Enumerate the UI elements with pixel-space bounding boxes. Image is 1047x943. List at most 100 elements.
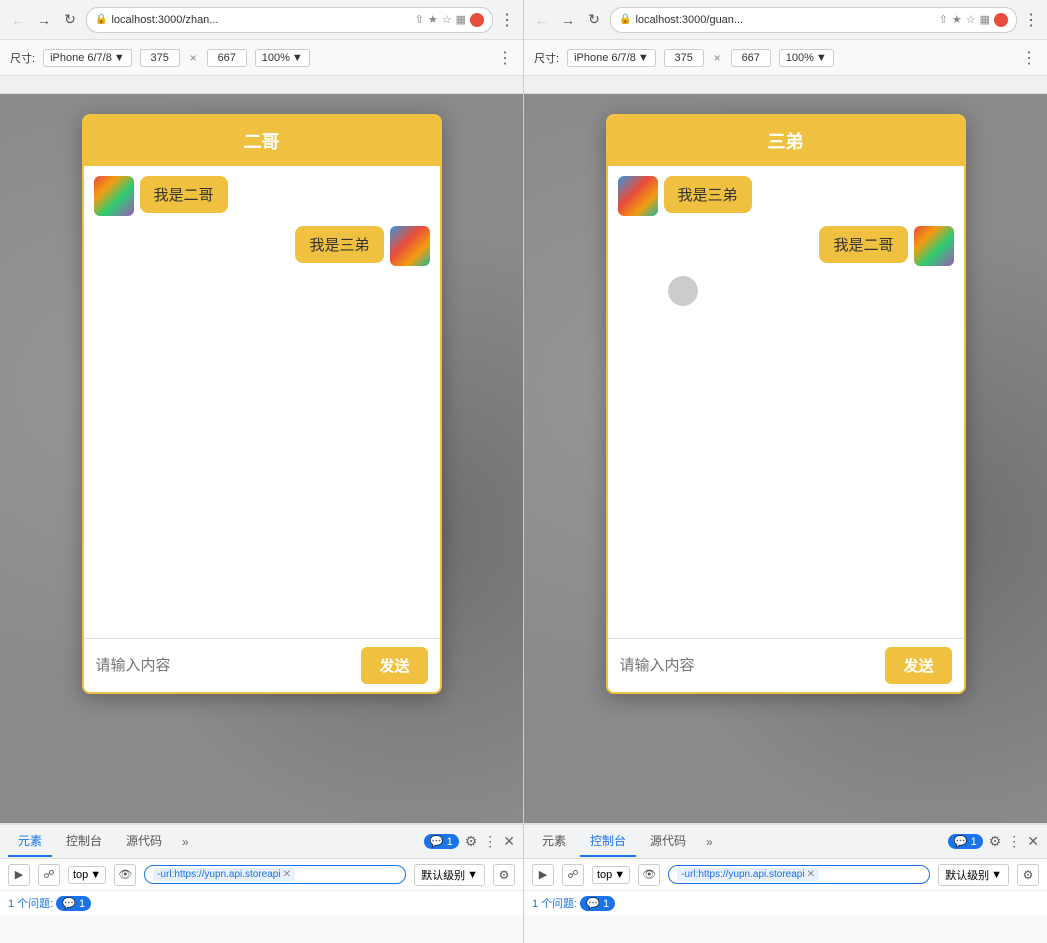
right-devtools: 元素 控制台 源代码 » 💬 1 ⚙ ⋮ ✕ ▶ ☍ top ▼ 👁 — [524, 823, 1047, 943]
left-zoom-select[interactable]: 100% ▼ — [255, 49, 310, 67]
left-devtools-tab-source[interactable]: 源代码 — [116, 826, 172, 857]
right-top-select[interactable]: top ▼ — [592, 866, 630, 884]
left-msg-row-1: 我是二哥 — [94, 176, 430, 216]
right-dimension-x: × — [714, 51, 721, 65]
right-device-chevron: ▼ — [638, 52, 649, 64]
right-send-button[interactable]: 发送 — [885, 647, 951, 684]
left-mobile-frame: 二哥 我是二哥 我是三弟 发送 — [82, 114, 442, 694]
right-tab-icon: ▦ — [980, 13, 990, 26]
left-chat-input[interactable] — [96, 657, 354, 674]
left-devtools-tab-elements[interactable]: 元素 — [8, 826, 52, 857]
left-more-icon[interactable]: ⋮ — [499, 10, 515, 30]
right-bubble-1: 我是三弟 — [664, 176, 752, 213]
left-chat-footer: 发送 — [84, 638, 440, 692]
left-ruler — [0, 76, 523, 94]
right-back-button[interactable]: ← — [532, 10, 552, 30]
right-devtools-dots-icon[interactable]: ⋮ — [1007, 833, 1021, 850]
left-device-select[interactable]: iPhone 6/7/8 ▼ — [43, 49, 132, 67]
left-msg-row-2: 我是三弟 — [94, 226, 430, 266]
left-device-bar: 尺寸: iPhone 6/7/8 ▼ 375 × 667 100% ▼ ⋮ — [0, 40, 523, 76]
left-address-bar[interactable]: 🔒 localhost:3000/zhan... ⇧ ★ ☆ ▦ — [86, 7, 493, 33]
left-devtools-close-icon[interactable]: ✕ — [503, 833, 515, 850]
right-chat-input[interactable] — [620, 657, 878, 674]
right-reload-button[interactable]: ↻ — [584, 10, 604, 30]
left-chat-header: 二哥 — [84, 116, 440, 166]
left-devtools-status: 1 个问题: 💬 1 — [0, 891, 523, 915]
left-dimension-x: × — [190, 51, 197, 65]
right-bubble-2: 我是二哥 — [819, 226, 907, 263]
right-settings-btn[interactable]: ⚙ — [1017, 864, 1039, 886]
right-share-icon: ⇧ — [939, 13, 948, 26]
left-devtools-toolbar: ▶ ☍ top ▼ 👁 -url:https://yupn.api.storea… — [0, 859, 523, 891]
left-settings-btn[interactable]: ⚙ — [493, 864, 515, 886]
left-top-select[interactable]: top ▼ — [68, 866, 106, 884]
right-filter-tag: -url:https://yupn.api.storeapi ✕ — [677, 868, 819, 881]
right-height-input[interactable]: 667 — [731, 49, 771, 67]
left-url-text: localhost:3000/zhan... — [111, 14, 410, 26]
left-device-label: 尺寸: — [10, 50, 35, 66]
left-devtools-tabs: 元素 控制台 源代码 » 💬 1 ⚙ ⋮ ✕ — [0, 825, 523, 859]
left-filter-input[interactable]: -url:https://yupn.api.storeapi ✕ — [144, 865, 406, 884]
left-record-icon — [470, 13, 484, 27]
right-select-element-btn[interactable]: ▶ — [532, 864, 554, 886]
right-top-chevron: ▼ — [614, 869, 625, 881]
left-device-more-icon[interactable]: ⋮ — [497, 48, 513, 68]
left-select-element-btn[interactable]: ▶ — [8, 864, 30, 886]
left-devtools: 元素 控制台 源代码 » 💬 1 ⚙ ⋮ ✕ ▶ ☍ top ▼ 👁 — [0, 823, 523, 943]
right-issue-badge: 1 个问题: 💬 1 — [532, 895, 615, 911]
left-devtools-dots-icon[interactable]: ⋮ — [483, 833, 497, 850]
left-height-input[interactable]: 667 — [207, 49, 247, 67]
right-issue-count-badge: 💬 1 — [580, 896, 615, 911]
right-device-label: 尺寸: — [534, 50, 559, 66]
right-devtools-status: 1 个问题: 💬 1 — [524, 891, 1047, 915]
left-width-input[interactable]: 375 — [140, 49, 180, 67]
right-eye-btn[interactable]: 👁 — [638, 864, 660, 886]
left-top-chevron: ▼ — [90, 869, 101, 881]
left-tab-icon: ▦ — [456, 13, 466, 26]
left-level-select[interactable]: 默认级别 ▼ — [414, 864, 485, 886]
left-star-icon: ★ — [428, 13, 438, 26]
left-issue-count-badge: 💬 1 — [56, 896, 91, 911]
right-devtools-tab-elements[interactable]: 元素 — [532, 826, 576, 857]
right-page-content: 三弟 我是三弟 我是二哥 — [524, 94, 1047, 823]
right-devtools-right: 💬 1 ⚙ ⋮ ✕ — [948, 833, 1039, 850]
right-devtools-badge: 💬 1 — [948, 834, 983, 849]
right-devtools-close-icon[interactable]: ✕ — [1027, 833, 1039, 850]
right-chat-messages: 我是三弟 我是二哥 — [608, 166, 964, 638]
right-width-input[interactable]: 375 — [664, 49, 704, 67]
right-address-bar[interactable]: 🔒 localhost:3000/guan... ⇧ ★ ☆ ▦ — [610, 7, 1017, 33]
right-devtools-more[interactable]: » — [700, 831, 719, 853]
left-level-chevron: ▼ — [467, 869, 478, 881]
left-eye-btn[interactable]: 👁 — [114, 864, 136, 886]
right-chat-footer: 发送 — [608, 638, 964, 692]
right-ruler — [524, 76, 1047, 94]
left-reload-button[interactable]: ↻ — [60, 10, 80, 30]
left-device-chevron: ▼ — [114, 52, 125, 64]
right-zoom-chevron: ▼ — [816, 52, 827, 64]
right-device-select[interactable]: iPhone 6/7/8 ▼ — [567, 49, 656, 67]
right-filter-input[interactable]: -url:https://yupn.api.storeapi ✕ — [668, 865, 930, 884]
right-devtools-tab-console[interactable]: 控制台 — [580, 826, 636, 857]
right-zoom-select[interactable]: 100% ▼ — [779, 49, 834, 67]
right-device-more-icon[interactable]: ⋮ — [1021, 48, 1037, 68]
right-filter-x-icon[interactable]: ✕ — [807, 869, 815, 880]
right-devtools-tab-source[interactable]: 源代码 — [640, 826, 696, 857]
left-back-button[interactable]: ← — [8, 10, 28, 30]
right-level-select[interactable]: 默认级别 ▼ — [938, 864, 1009, 886]
left-send-button[interactable]: 发送 — [361, 647, 427, 684]
left-device-toggle-btn[interactable]: ☍ — [38, 864, 60, 886]
left-filter-x-icon[interactable]: ✕ — [283, 869, 291, 880]
left-devtools-gear-icon[interactable]: ⚙ — [465, 833, 478, 850]
right-devtools-gear-icon[interactable]: ⚙ — [989, 833, 1002, 850]
right-device-toggle-btn[interactable]: ☍ — [562, 864, 584, 886]
left-devtools-more[interactable]: » — [176, 831, 195, 853]
left-avatar-2 — [390, 226, 430, 266]
left-bubble-1: 我是二哥 — [140, 176, 228, 213]
right-nav-bar: ← → ↻ 🔒 localhost:3000/guan... ⇧ ★ ☆ ▦ ⋮ — [524, 0, 1047, 40]
left-forward-button[interactable]: → — [34, 10, 54, 30]
right-bookmark-icon: ☆ — [966, 13, 976, 26]
right-forward-button[interactable]: → — [558, 10, 578, 30]
left-devtools-tab-console[interactable]: 控制台 — [56, 826, 112, 857]
left-zoom-chevron: ▼ — [292, 52, 303, 64]
right-more-icon[interactable]: ⋮ — [1023, 10, 1039, 30]
